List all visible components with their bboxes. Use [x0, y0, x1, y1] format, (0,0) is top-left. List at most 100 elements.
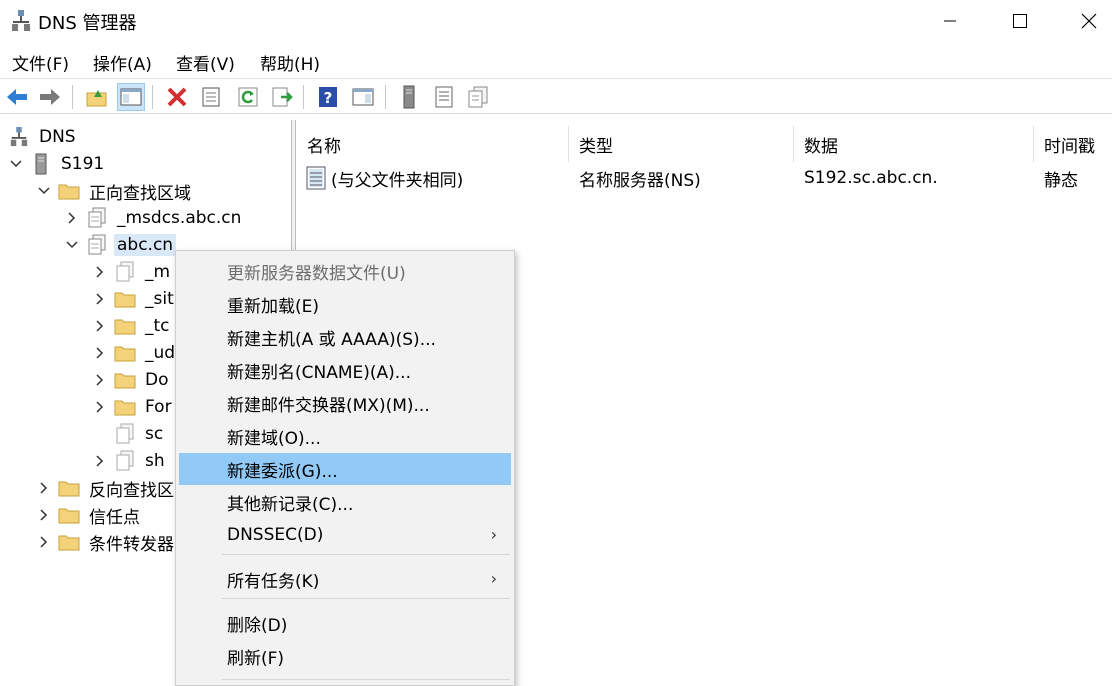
menu-action[interactable]: 操作(A): [93, 50, 152, 75]
tree-label: DNS: [39, 127, 76, 147]
action-pane-icon: [352, 88, 374, 106]
menu-item-all-tasks[interactable]: 所有任务(K) ›: [179, 563, 511, 595]
folder-icon: [58, 180, 80, 202]
tree-node-child[interactable]: sc: [92, 421, 166, 447]
tree-node-child[interactable]: _m: [92, 259, 173, 285]
tree-node-child[interactable]: _ud: [92, 340, 178, 366]
menu-help[interactable]: 帮助(H): [260, 50, 320, 75]
tree-node-reverse-zones[interactable]: 反向查找区: [36, 475, 177, 501]
chevron-down-icon[interactable]: [64, 237, 80, 253]
tree-node-s191[interactable]: S191: [8, 151, 107, 177]
toolbar-separator: [303, 85, 304, 109]
refresh-icon: [238, 87, 258, 107]
tree-node-forward-zones[interactable]: 正向查找区域: [36, 178, 194, 204]
console-tree-icon: [120, 88, 142, 106]
window-title: DNS 管理器: [38, 13, 137, 34]
menu-item-new-delegation[interactable]: 新建委派(G)...: [179, 453, 511, 485]
column-header-type[interactable]: 类型: [569, 126, 794, 162]
record-data: S192.sc.abc.cn.: [804, 168, 938, 188]
folder-icon: [58, 531, 80, 553]
tree-node-child[interactable]: _sit: [92, 286, 177, 312]
folder-icon: [114, 315, 136, 337]
menu-item-new-host[interactable]: 新建主机(A 或 AAAA)(S)...: [179, 321, 511, 353]
record-name-cell: (与父文件夹相同): [305, 164, 463, 192]
menu-item-label: 新建邮件交换器(MX)(M)...: [227, 395, 430, 416]
server-icon: [403, 85, 415, 109]
menu-item-label: 新建委派(G)...: [227, 461, 338, 482]
menu-item-new-domain[interactable]: 新建域(O)...: [179, 420, 511, 452]
tree-node-child[interactable]: sh: [92, 448, 168, 474]
show-hide-action-pane-button[interactable]: [349, 83, 377, 111]
tree-label: _msdcs.abc.cn: [117, 208, 242, 228]
record-list-button[interactable]: [430, 83, 458, 111]
properties-button[interactable]: [197, 83, 225, 111]
zone-icon: [114, 261, 136, 283]
menu-item-new-mail-exchanger[interactable]: 新建邮件交换器(MX)(M)...: [179, 387, 511, 419]
chevron-right-icon[interactable]: [36, 480, 52, 496]
minimize-button[interactable]: [927, 0, 973, 42]
tree-node-child[interactable]: Do: [92, 367, 172, 393]
menu-item-delete[interactable]: 删除(D): [179, 607, 511, 639]
properties-icon: [202, 87, 220, 107]
chevron-right-icon[interactable]: [92, 345, 108, 361]
zone-docs-button[interactable]: [464, 83, 492, 111]
tree-node-abc-cn[interactable]: abc.cn: [64, 232, 177, 258]
chevron-down-icon[interactable]: [8, 156, 24, 172]
menu-item-label: 其他新记录(C)...: [227, 494, 354, 515]
tree-node-dns[interactable]: DNS: [8, 124, 79, 150]
record-icon: [306, 166, 326, 190]
chevron-right-icon[interactable]: [92, 372, 108, 388]
chevron-right-icon[interactable]: [64, 210, 80, 226]
context-menu: 更新服务器数据文件(U) 重新加载(E) 新建主机(A 或 AAAA)(S)..…: [175, 250, 515, 686]
menu-item-new-alias[interactable]: 新建别名(CNAME)(A)...: [179, 354, 511, 386]
menu-separator: [222, 598, 510, 599]
menu-item-dnssec[interactable]: DNSSEC(D) ›: [179, 519, 511, 551]
tree-node-child[interactable]: For: [92, 394, 175, 420]
tree-node-conditional-forwarders[interactable]: 条件转发器: [36, 529, 177, 555]
server-icon: [30, 153, 52, 175]
menu-bar: 文件(F) 操作(A) 查看(V) 帮助(H): [0, 44, 1112, 78]
tree-node-child[interactable]: _tc: [92, 313, 173, 339]
menu-item-other-new-records[interactable]: 其他新记录(C)...: [179, 486, 511, 518]
menu-item-reload[interactable]: 重新加载(E): [179, 288, 511, 320]
export-list-button[interactable]: [268, 83, 296, 111]
forward-button[interactable]: [36, 83, 64, 111]
refresh-button[interactable]: [234, 83, 262, 111]
toolbar-separator: [152, 85, 153, 109]
server-button[interactable]: [395, 83, 423, 111]
menu-item-label: 新建主机(A 或 AAAA)(S)...: [227, 329, 436, 350]
maximize-button[interactable]: [997, 0, 1043, 42]
menu-item-label: 删除(D): [227, 615, 288, 636]
chevron-right-icon[interactable]: [92, 399, 108, 415]
folder-icon: [114, 288, 136, 310]
tree-node-msdcs[interactable]: _msdcs.abc.cn: [64, 205, 244, 231]
column-header-name[interactable]: 名称: [297, 126, 569, 162]
tree-label: 信任点: [89, 507, 140, 528]
show-hide-console-tree-button[interactable]: [117, 83, 145, 111]
table-row[interactable]: (与父文件夹相同) 名称服务器(NS) S192.sc.abc.cn. 静态: [297, 164, 1112, 192]
chevron-down-icon[interactable]: [36, 183, 52, 199]
help-button[interactable]: ?: [314, 83, 342, 111]
chevron-right-icon[interactable]: [36, 534, 52, 550]
record-type: 名称服务器(NS): [579, 170, 701, 191]
chevron-right-icon[interactable]: [36, 507, 52, 523]
menu-file[interactable]: 文件(F): [12, 50, 69, 75]
delete-button[interactable]: [163, 83, 191, 111]
chevron-right-icon[interactable]: [92, 264, 108, 280]
close-button[interactable]: [1066, 0, 1112, 42]
chevron-right-icon[interactable]: [92, 318, 108, 334]
menu-view[interactable]: 查看(V): [176, 50, 235, 75]
menu-item-update-server-data-file[interactable]: 更新服务器数据文件(U): [179, 255, 511, 287]
up-folder-button[interactable]: [83, 83, 111, 111]
column-header-data[interactable]: 数据: [794, 126, 1034, 162]
chevron-right-icon[interactable]: [92, 291, 108, 307]
tree-label: Do: [145, 370, 169, 390]
menu-item-refresh[interactable]: 刷新(F): [179, 640, 511, 672]
tree-label: 条件转发器: [89, 534, 174, 555]
record-name: (与父文件夹相同): [331, 170, 464, 191]
back-button[interactable]: [3, 83, 31, 111]
chevron-right-icon[interactable]: [92, 453, 108, 469]
tree-node-trust-points[interactable]: 信任点: [36, 502, 143, 528]
column-header-timestamp[interactable]: 时间戳: [1034, 126, 1112, 162]
menu-item-label: 重新加载(E): [227, 296, 320, 317]
